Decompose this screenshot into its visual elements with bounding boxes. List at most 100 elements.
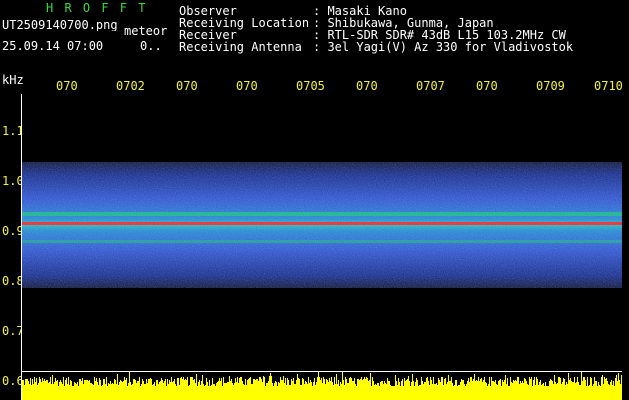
noise-floor-bar	[138, 381, 139, 400]
noise-floor-bar	[143, 381, 144, 400]
noise-floor-bar	[523, 383, 524, 400]
noise-floor-bar	[23, 380, 24, 400]
noise-floor-bar	[583, 377, 584, 400]
noise-floor-bar	[276, 382, 277, 400]
noise-floor-bar	[557, 383, 558, 400]
noise-floor-bar	[600, 386, 601, 400]
noise-floor-bar	[32, 379, 33, 400]
noise-floor-bar	[467, 381, 468, 400]
noise-floor-bar	[316, 382, 317, 400]
noise-floor-bar	[537, 379, 538, 400]
noise-floor-bar	[597, 386, 598, 400]
noise-floor-bar	[380, 382, 381, 400]
noise-floor-bar	[507, 378, 508, 400]
noise-floor-bar	[265, 386, 266, 400]
noise-floor-bar	[473, 379, 474, 400]
noise-floor-bar	[42, 378, 43, 400]
noise-floor-bar	[524, 378, 525, 400]
noise-floor-bar	[601, 377, 602, 400]
noise-floor-bar	[351, 378, 352, 400]
noise-floor-bar	[386, 384, 387, 400]
noise-floor-bar	[391, 386, 392, 400]
noise-floor-bar	[363, 379, 364, 400]
noise-floor-bar	[111, 384, 112, 400]
noise-floor-bar	[129, 372, 130, 400]
noise-floor-bar	[93, 385, 94, 400]
noise-floor-bar	[299, 379, 300, 400]
noise-floor-bar	[210, 386, 211, 400]
noise-floor-bar	[374, 385, 375, 400]
noise-floor-bar	[204, 386, 205, 400]
noise-floor-bar	[462, 380, 463, 400]
noise-floor-bar	[244, 385, 245, 400]
noise-floor-bar	[320, 380, 321, 400]
noise-floor-bar	[506, 384, 507, 400]
noise-floor-bar	[420, 385, 421, 400]
noise-floor-bar	[172, 382, 173, 400]
noise-floor-bar	[294, 384, 295, 400]
noise-floor-bar	[199, 380, 200, 400]
noise-floor-bar	[419, 385, 420, 400]
noise-floor-bar	[573, 382, 574, 400]
noise-floor-bar	[479, 381, 480, 400]
noise-floor-bar	[98, 385, 99, 400]
noise-floor-bar	[435, 384, 436, 400]
noise-floor-bar	[385, 383, 386, 400]
noise-floor-bar	[306, 382, 307, 400]
noise-floor-bar	[66, 378, 67, 400]
noise-floor-bar	[495, 380, 496, 400]
noise-floor-bar	[373, 381, 374, 400]
noise-floor-bar	[160, 381, 161, 400]
noise-floor-bar	[333, 385, 334, 400]
noise-floor-bar	[559, 377, 560, 400]
noise-floor-bar	[481, 378, 482, 400]
noise-floor-bar	[566, 382, 567, 400]
noise-floor-bar	[621, 375, 622, 400]
noise-floor-bar	[61, 382, 62, 400]
noise-floor-bar	[216, 383, 217, 400]
noise-floor-bar	[212, 378, 213, 400]
noise-floor-bar	[207, 382, 208, 400]
noise-floor-bar	[267, 383, 268, 400]
noise-floor-bar	[64, 386, 65, 400]
noise-floor-bar	[591, 378, 592, 400]
noise-floor-bar	[410, 386, 411, 400]
antenna-label: Receiving Antenna	[179, 40, 302, 54]
noise-floor-bar	[217, 382, 218, 400]
noise-floor-bar	[99, 378, 100, 400]
noise-floor-bar	[355, 384, 356, 400]
noise-floor-bar	[469, 382, 470, 400]
noise-floor-bar	[434, 384, 435, 400]
noise-floor-bar	[560, 378, 561, 400]
noise-floor-bar	[421, 377, 422, 400]
noise-floor-bar	[163, 383, 164, 400]
noise-floor-bar	[101, 386, 102, 400]
noise-floor-bar	[200, 385, 201, 400]
noise-floor-bar	[572, 382, 573, 400]
noise-floor-bar	[288, 380, 289, 400]
noise-floor-bar	[246, 385, 247, 400]
noise-floor-bar	[533, 380, 534, 400]
noise-floor-bar	[482, 382, 483, 400]
noise-floor-bar	[487, 386, 488, 400]
antenna-value: : 3el Yagi(V) Az 330 for Vladivostok	[313, 40, 574, 54]
noise-floor-bar	[607, 381, 608, 400]
time-tick: 070	[236, 79, 258, 93]
noise-floor-bar	[389, 381, 390, 400]
noise-floor-bar	[568, 373, 569, 400]
noise-floor-bar	[517, 377, 518, 400]
noise-floor-bar	[77, 382, 78, 400]
noise-floor-bar	[141, 384, 142, 400]
noise-floor-bar	[223, 377, 224, 400]
noise-floor-bar	[109, 384, 110, 400]
noise-floor-bar	[292, 381, 293, 400]
noise-floor-bar	[474, 374, 475, 400]
noise-floor-bar	[518, 377, 519, 400]
noise-floor-bar	[56, 381, 57, 400]
noise-floor-bar	[598, 382, 599, 400]
noise-floor-bar	[315, 385, 316, 400]
noise-floor-bar	[62, 384, 63, 400]
noise-floor-bar	[55, 378, 56, 400]
hroft-screen: H R O F F T UT2509140700.png meteor 25.0…	[0, 0, 629, 400]
noise-floor-bar	[426, 378, 427, 400]
